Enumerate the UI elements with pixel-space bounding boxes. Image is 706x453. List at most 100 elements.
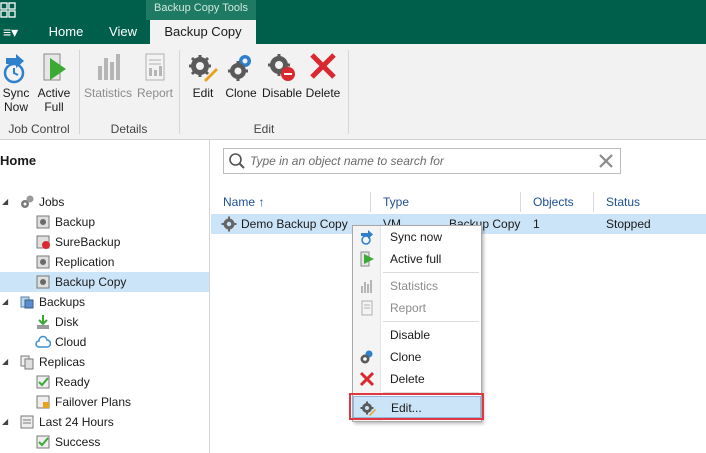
app-icon[interactable] — [0, 2, 16, 18]
job-name-cell[interactable]: Demo Backup Copy — [241, 214, 348, 234]
tree-item-backups[interactable]: ◢ Backups — [0, 292, 209, 312]
menu-item-clone[interactable]: Clone — [353, 346, 481, 368]
expanded-caret-icon[interactable]: ◢ — [2, 192, 10, 212]
main-menu-button[interactable]: ≡▾ — [0, 20, 30, 44]
search-input[interactable] — [250, 152, 590, 170]
edit-highlight-annotation — [349, 393, 484, 420]
tree-item-replication[interactable]: Replication — [0, 252, 209, 272]
menu-item-sync-now[interactable]: Sync now — [353, 226, 481, 248]
tree-item-disk[interactable]: Disk — [0, 312, 209, 332]
active-full-icon — [360, 251, 374, 267]
column-header-objects[interactable]: Objects — [533, 192, 574, 212]
active-full-label-2: Full — [44, 100, 64, 114]
disk-icon — [37, 315, 49, 329]
search-box — [223, 148, 621, 174]
column-header-type[interactable]: Type — [383, 192, 409, 212]
tab-home[interactable]: Home — [38, 20, 94, 44]
report-button[interactable]: Report — [136, 50, 174, 118]
clear-search-icon[interactable] — [598, 153, 614, 169]
disable-label: Disable — [262, 86, 303, 100]
delete-x-icon — [310, 53, 336, 79]
clone-label: Clone — [225, 86, 257, 100]
edit-label: Edit — [192, 86, 214, 100]
active-full-icon — [43, 53, 66, 81]
backup-job-icon — [36, 215, 50, 229]
statistics-icon — [98, 54, 120, 80]
tab-view[interactable]: View — [96, 20, 150, 44]
column-separator[interactable] — [520, 192, 521, 212]
job-gear-icon — [221, 216, 237, 232]
menu-item-active-full[interactable]: Active full — [353, 248, 481, 270]
edit-button[interactable]: Edit — [186, 50, 220, 118]
column-header-status[interactable]: Status — [606, 192, 640, 212]
report-icon — [145, 53, 165, 81]
tab-backup-copy[interactable]: Backup Copy — [150, 20, 256, 44]
failover-plans-icon — [36, 395, 50, 409]
left-navigation-pane: Home ◢ Jobs Backup SureBackup Replicatio… — [0, 140, 210, 453]
menu-item-delete[interactable]: Delete — [353, 368, 481, 390]
tree-item-ready[interactable]: Ready — [0, 372, 209, 392]
last-24-hours-icon — [20, 415, 34, 429]
ribbon: Sync Now Active Full Job Control Statist… — [0, 44, 706, 140]
menu-item-report[interactable]: Report — [353, 297, 481, 319]
replicas-icon — [20, 355, 34, 370]
title-bar: Backup Copy Tools — [0, 0, 706, 20]
sort-ascending-icon: ↑ — [258, 195, 265, 209]
group-label-job-control: Job Control — [8, 122, 70, 136]
disable-gear-icon — [268, 54, 295, 81]
statistics-button[interactable]: Statistics — [82, 50, 134, 118]
delete-button[interactable]: Delete — [304, 50, 342, 118]
ready-icon — [36, 375, 50, 389]
cloud-icon — [35, 335, 51, 348]
menu-separator — [383, 272, 479, 273]
statistics-icon — [361, 280, 372, 293]
tree-item-backup-copy[interactable]: Backup Copy — [0, 272, 209, 292]
backups-icon — [20, 296, 34, 309]
success-icon — [36, 435, 50, 449]
column-header-name[interactable]: Name ↑ — [223, 192, 264, 212]
report-icon — [361, 300, 373, 316]
tree-item-cloud[interactable]: Cloud — [0, 332, 209, 352]
clone-gear-icon — [228, 55, 251, 81]
delete-label: Delete — [305, 86, 341, 100]
menu-separator — [383, 321, 479, 322]
ribbon-separator — [348, 50, 349, 134]
sync-now-label-2: Now — [3, 100, 28, 114]
disable-button[interactable]: Disable — [262, 50, 302, 118]
clone-button[interactable]: Clone — [222, 50, 260, 118]
menu-item-statistics[interactable]: Statistics — [353, 275, 481, 297]
tree-item-jobs[interactable]: ◢ Jobs — [0, 192, 209, 212]
sync-now-button[interactable]: Sync Now — [0, 50, 32, 118]
column-separator[interactable] — [593, 192, 594, 212]
sync-now-icon — [3, 54, 25, 84]
jobs-gear-icon — [21, 195, 34, 208]
expanded-caret-icon[interactable]: ◢ — [2, 412, 10, 432]
tree-item-failover-plans[interactable]: Failover Plans — [0, 392, 209, 412]
tree-item-success[interactable]: Success — [0, 432, 209, 452]
tree-item-last-24-hours[interactable]: ◢ Last 24 Hours — [0, 412, 209, 432]
job-status-cell: Stopped — [606, 217, 651, 231]
search-icon — [229, 153, 245, 169]
expanded-caret-icon[interactable]: ◢ — [2, 292, 10, 312]
surebackup-icon — [36, 235, 50, 249]
tree-item-replicas[interactable]: ◢ Replicas — [0, 352, 209, 372]
group-label-edit: Edit — [253, 122, 275, 136]
edit-gear-pencil-icon — [189, 55, 218, 82]
replication-icon — [36, 255, 50, 269]
expanded-caret-icon[interactable]: ◢ — [2, 352, 10, 372]
statistics-label: Statistics — [83, 86, 132, 100]
sync-now-icon — [361, 230, 373, 245]
column-separator[interactable] — [370, 192, 371, 212]
tree-item-backup[interactable]: Backup — [0, 212, 209, 232]
active-full-button[interactable]: Active Full — [34, 50, 74, 118]
menu-item-disable[interactable]: Disable — [353, 324, 481, 346]
tab-bar: ≡▾ Home View Backup Copy — [0, 20, 706, 44]
delete-x-icon — [359, 371, 375, 387]
clone-gear-icon — [360, 350, 373, 364]
nav-title: Home — [0, 153, 37, 168]
sync-now-label-1: Sync — [2, 86, 30, 100]
tree-item-surebackup[interactable]: SureBackup — [0, 232, 209, 252]
group-label-details: Details — [110, 122, 148, 136]
context-tab-group-label: Backup Copy Tools — [146, 0, 256, 20]
report-label: Report — [136, 86, 174, 100]
